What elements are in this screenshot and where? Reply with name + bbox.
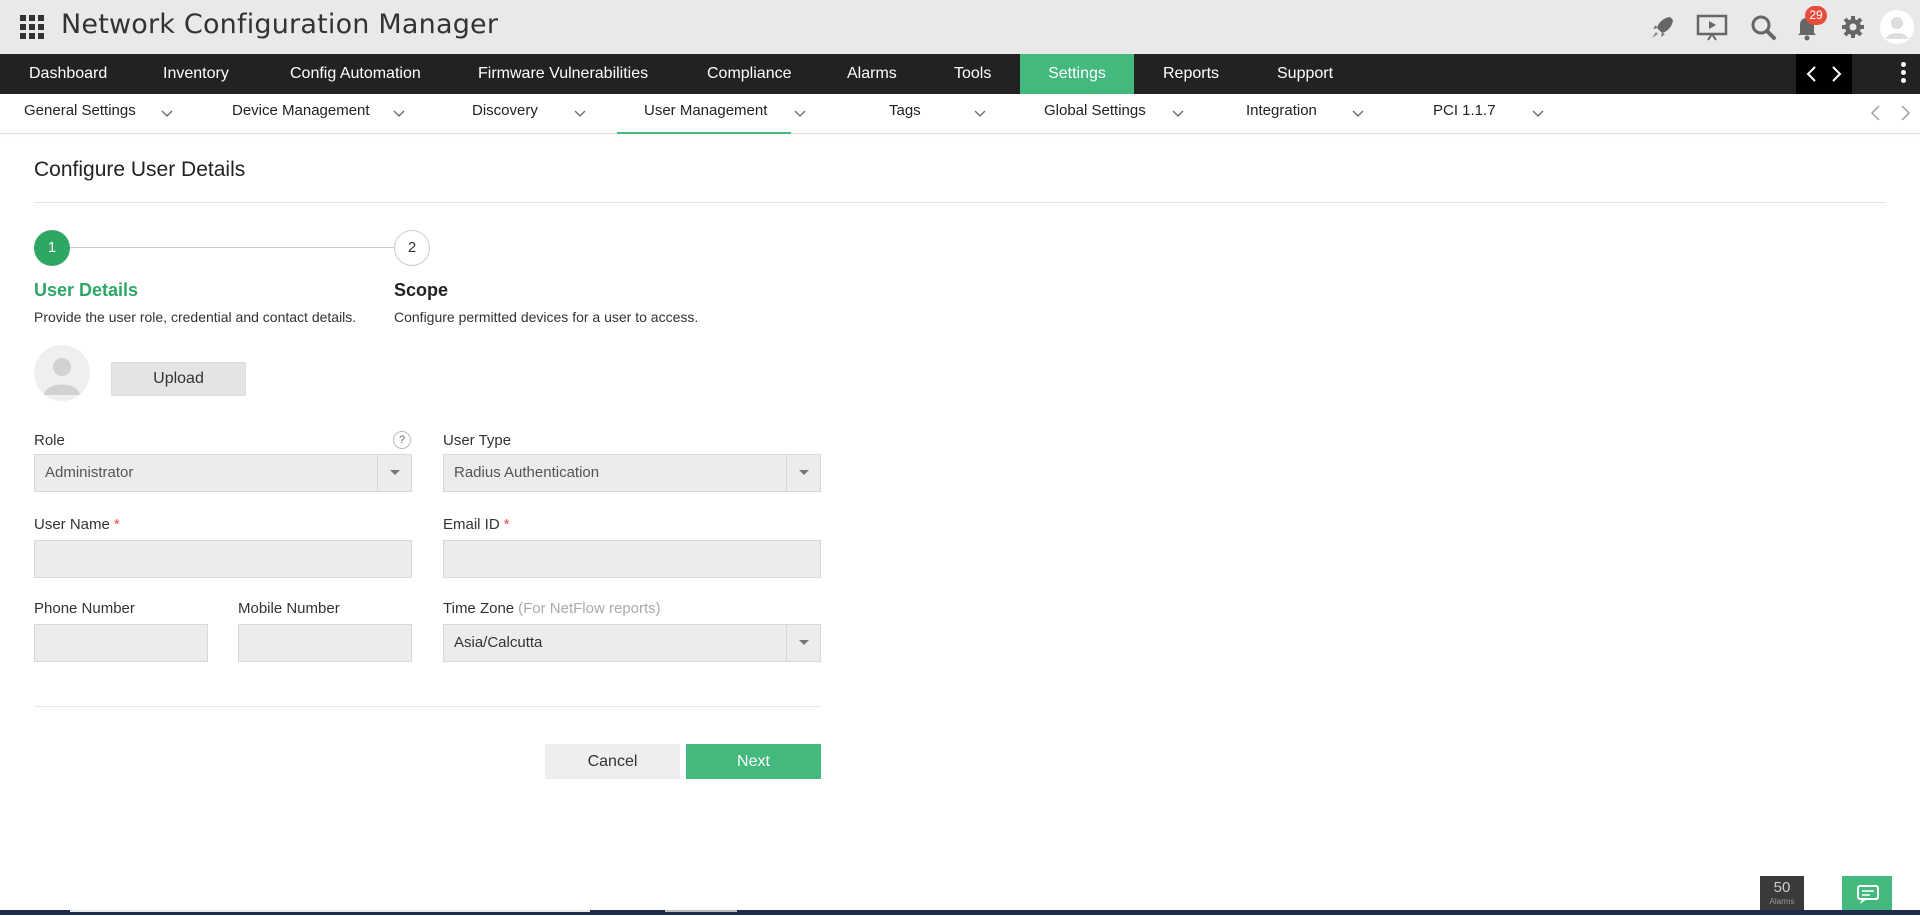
role-select-value: Administrator [45,464,134,481]
user-name-label: User Name * [34,516,120,533]
chat-icon [1857,885,1879,904]
time-zone-select-value: Asia/Calcutta [454,634,543,651]
email-id-input[interactable] [444,541,820,577]
user-avatar-icon [44,358,80,395]
nav-inventory[interactable]: Inventory [149,54,243,94]
email-id-field [443,540,821,578]
page-title: Configure User Details [34,158,246,181]
subnav-discovery[interactable]: Discovery [472,94,538,134]
subnav-pci[interactable]: PCI 1.1.7 [1433,94,1496,134]
rocket-icon[interactable] [1648,12,1678,42]
chevron-right-icon[interactable] [1826,64,1846,84]
subnav-device-management[interactable]: Device Management [232,94,370,134]
notification-badge: 29 [1805,6,1827,25]
chevron-down-icon[interactable] [161,107,173,119]
required-mark: * [503,516,510,533]
kebab-menu-icon[interactable] [1898,62,1908,86]
subnav-global-settings[interactable]: Global Settings [1044,94,1146,134]
top-header: Network Configuration Manager 29 [0,0,1920,54]
nav-dashboard[interactable]: Dashboard [15,54,121,94]
wizard-step-1-description: Provide the user role, credential and co… [34,309,357,325]
phone-number-label: Phone Number [34,600,135,617]
wizard-step-2-description: Configure permitted devices for a user t… [394,309,699,325]
subnav-general-settings[interactable]: General Settings [24,94,136,134]
upload-button[interactable]: Upload [111,362,246,396]
apps-grid-icon[interactable] [20,15,44,39]
nav-compliance[interactable]: Compliance [693,54,805,94]
alarm-count-label: Alarms [1769,897,1795,906]
nav-settings[interactable]: Settings [1020,54,1134,94]
alarm-count: 50 [1773,879,1791,896]
chevron-down-icon[interactable] [974,107,986,119]
user-avatar-icon[interactable] [1880,10,1914,44]
user-name-label-text: User Name [34,516,110,533]
next-button[interactable]: Next [686,744,821,779]
mobile-number-field [238,624,412,662]
nav-reports[interactable]: Reports [1149,54,1233,94]
wizard-step-2-title: Scope [394,280,449,300]
subnav-user-management[interactable]: User Management [617,94,791,134]
mobile-number-label: Mobile Number [238,600,340,617]
subnav-tags[interactable]: Tags [889,94,921,134]
main-nav: Dashboard Inventory Config Automation Fi… [0,54,1920,94]
help-icon[interactable]: ? [393,431,411,449]
divider [34,706,821,707]
chevron-down-icon[interactable] [393,107,405,119]
divider [34,202,1886,203]
chevron-right-icon[interactable] [1898,104,1912,122]
search-icon[interactable] [1748,12,1778,42]
required-mark: * [113,516,120,533]
role-label: Role [34,432,65,449]
user-type-label: User Type [443,432,512,449]
chat-button[interactable] [1842,876,1892,911]
role-select[interactable]: Administrator [34,454,412,492]
presentation-icon[interactable] [1696,12,1728,42]
alarm-counter-widget[interactable]: 50 Alarms [1760,876,1804,911]
bottom-strip [0,910,1920,915]
user-type-select-value: Radius Authentication [454,464,600,481]
user-name-field [34,540,412,578]
nav-firmware-vulnerabilities[interactable]: Firmware Vulnerabilities [464,54,662,94]
chevron-down-icon[interactable] [1532,107,1544,119]
wizard-step-2-indicator: 2 [394,230,430,266]
nav-config-automation[interactable]: Config Automation [276,54,435,94]
wizard-step-1-title: User Details [34,280,139,300]
nav-tools[interactable]: Tools [940,54,1005,94]
nav-support[interactable]: Support [1263,54,1347,94]
gear-icon[interactable] [1838,12,1868,42]
chevron-down-icon[interactable] [1172,107,1184,119]
nav-alarms[interactable]: Alarms [833,54,911,94]
chevron-left-icon[interactable] [1802,64,1822,84]
phone-number-input[interactable] [35,625,207,661]
time-zone-hint: (For NetFlow reports) [518,600,661,617]
user-type-select[interactable]: Radius Authentication [443,454,821,492]
chevron-down-icon[interactable] [794,107,806,119]
bottom-strip-segment [665,910,737,912]
chevron-down-icon[interactable] [786,625,820,661]
chevron-down-icon[interactable] [1352,107,1364,119]
bottom-strip-segment [70,910,590,912]
time-zone-label-text: Time Zone [443,600,515,617]
email-id-label: Email ID * [443,516,510,533]
wizard-step-connector [70,247,394,248]
chevron-down-icon[interactable] [786,455,820,491]
user-photo-placeholder [34,345,90,401]
subnav-integration[interactable]: Integration [1246,94,1317,134]
sub-nav: General Settings Device Management Disco… [0,94,1920,134]
user-name-input[interactable] [35,541,411,577]
app-title: Network Configuration Manager [61,9,499,40]
email-id-label-text: Email ID [443,516,500,533]
mobile-number-input[interactable] [239,625,411,661]
cancel-button[interactable]: Cancel [545,744,680,779]
nav-scroll-arrows [1796,54,1852,94]
chevron-left-icon[interactable] [1869,104,1883,122]
phone-number-field [34,624,208,662]
time-zone-label: Time Zone (For NetFlow reports) [443,600,661,617]
wizard-step-1-indicator: 1 [34,230,70,266]
chevron-down-icon[interactable] [377,455,411,491]
time-zone-select[interactable]: Asia/Calcutta [443,624,821,662]
chevron-down-icon[interactable] [574,107,586,119]
